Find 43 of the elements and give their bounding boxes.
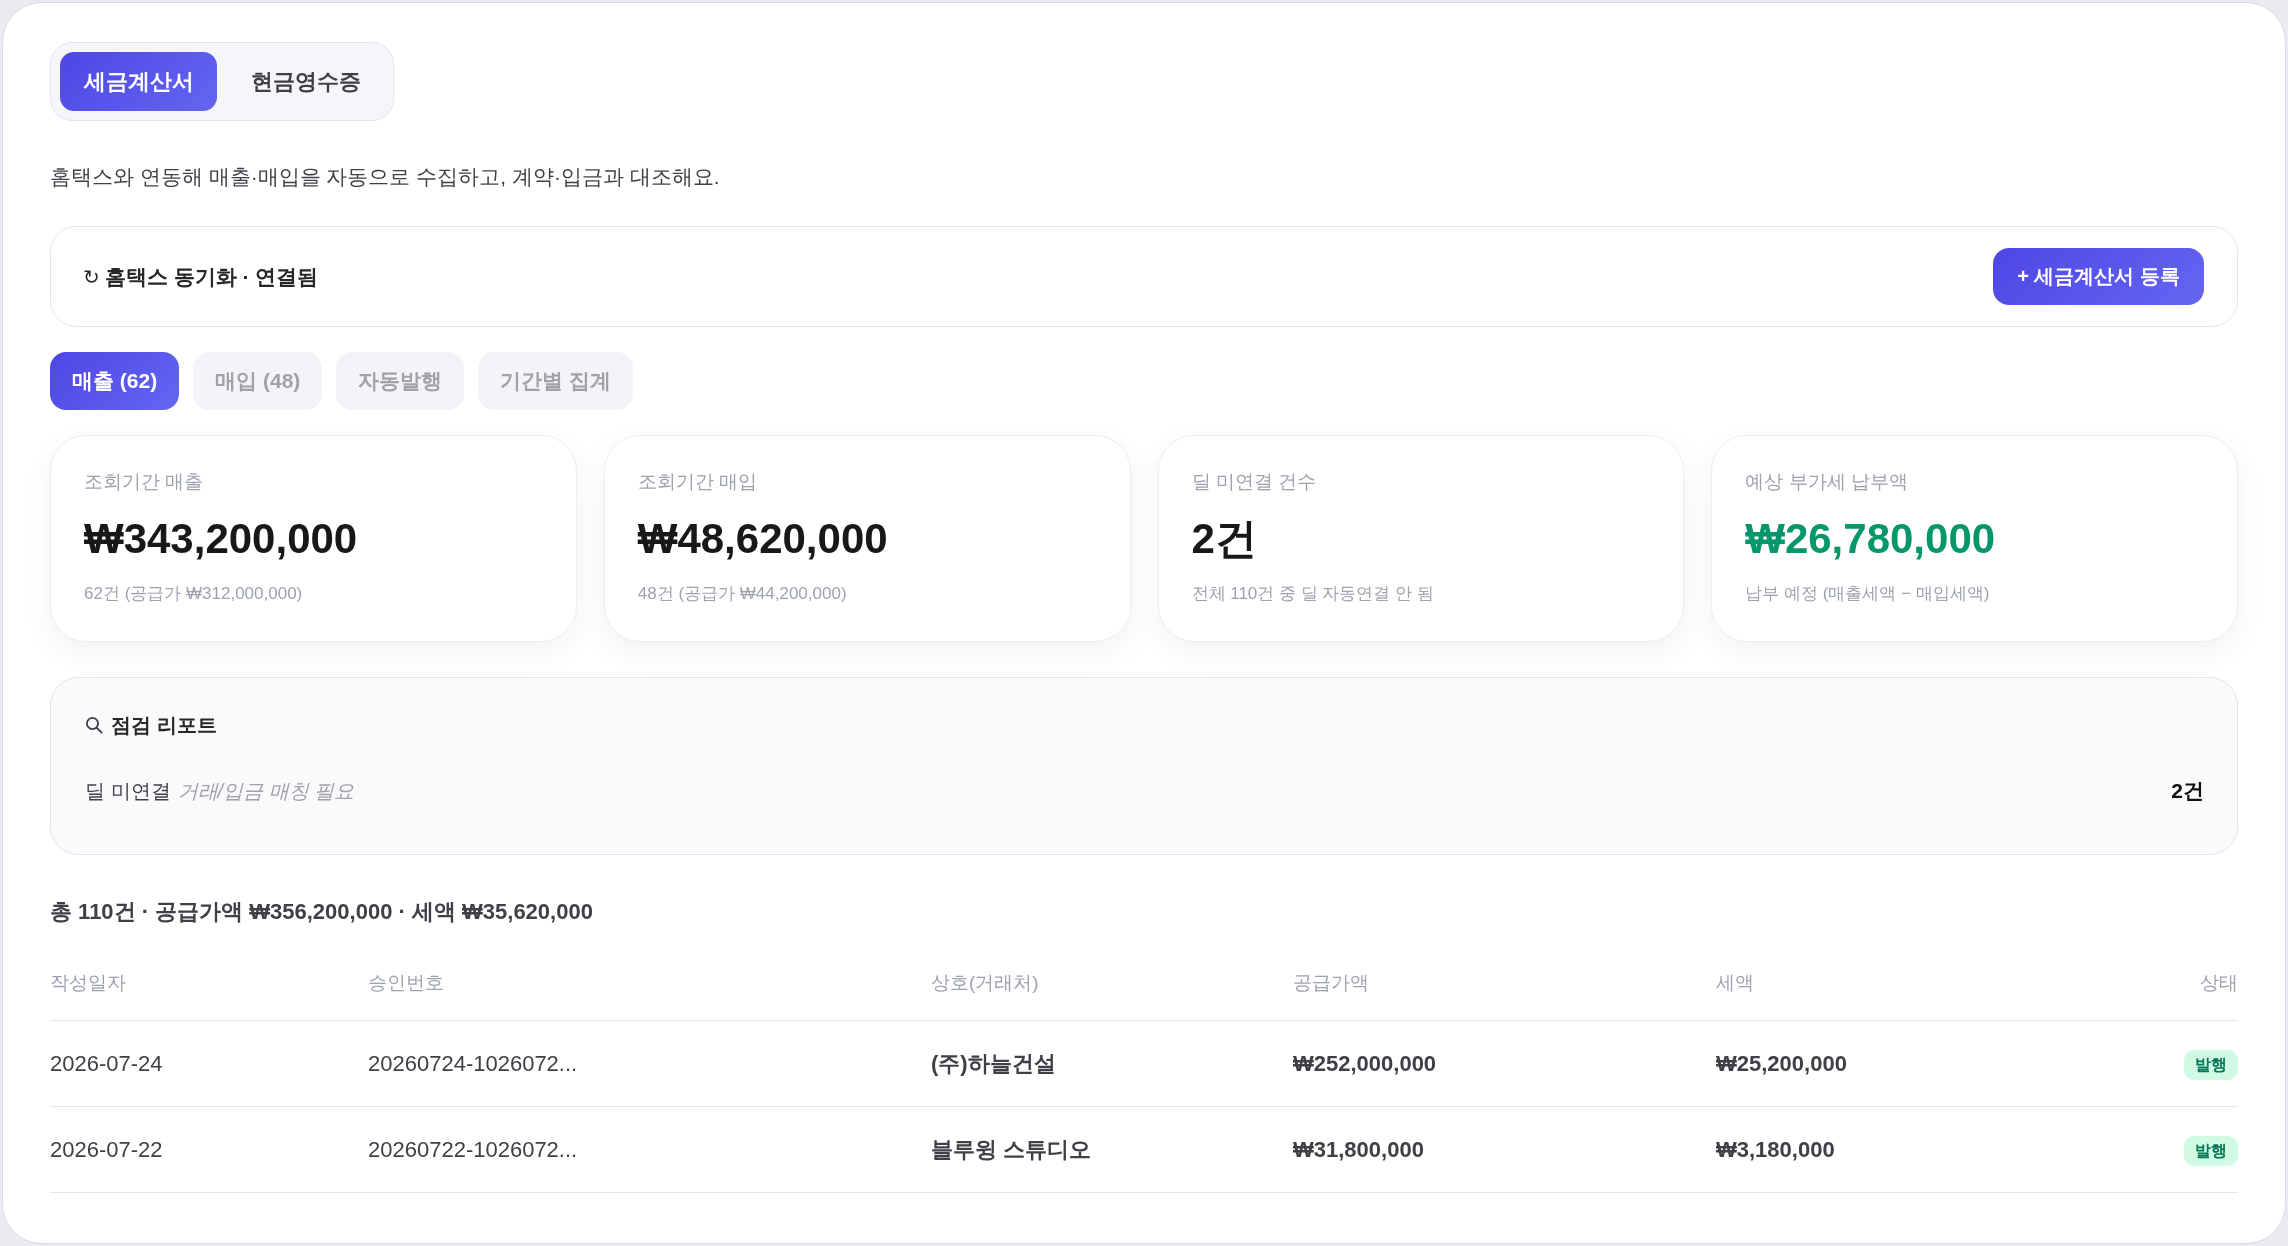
stat-note: 납부 예정 (매출세액 − 매입세액) — [1745, 583, 1991, 605]
status-badge: 발행 — [2184, 1049, 2238, 1080]
table-cell: ₩31,800,000 — [1293, 1136, 1424, 1162]
report-item-count: 2건 — [2171, 778, 2204, 804]
table-cell: 2026-07-22 — [50, 1136, 163, 1162]
column-header: 상호(거래처) — [931, 971, 1039, 993]
register-invoice-button[interactable]: + 세금계산서 등록 — [1993, 248, 2204, 305]
stat-label: 예상 부가세 납부액 — [1745, 470, 1909, 494]
table-cell: (주)하늘건설 — [931, 1050, 1056, 1076]
description-text: 홈택스와 연동해 매출·매입을 자동으로 수집하고, 계약·입금과 대조해요. — [50, 164, 720, 190]
refresh-icon: ↻ — [83, 264, 100, 289]
table-cell: ₩252,000,000 — [1293, 1050, 1437, 1076]
stat-value: ₩343,200,000 — [84, 514, 359, 564]
table-cell: 블루윙 스튜디오 — [931, 1136, 1092, 1162]
sync-status-text: 홈택스 동기화 · 연결됨 — [104, 263, 319, 290]
table-cell: 20260724-1026072... — [368, 1050, 578, 1076]
table-cell: 20260722-1026072... — [368, 1136, 578, 1162]
column-header: 상태 — [2200, 971, 2238, 993]
search-icon — [85, 716, 103, 734]
stat-note: 48건 (공급가 ₩44,200,000) — [637, 583, 848, 605]
stat-label: 조회기간 매입 — [637, 470, 759, 494]
column-header: 작성일자 — [50, 971, 126, 993]
report-item-label: 딜 미연결 — [85, 779, 171, 804]
stat-label: 조회기간 매출 — [84, 470, 205, 494]
stat-note: 전체 110건 중 딜 자동연결 안 됨 — [1191, 583, 1435, 605]
column-header: 세액 — [1716, 971, 1754, 993]
stat-value: ₩26,780,000 — [1745, 514, 1997, 564]
report-item-hint: 거래/입금 매칭 필요 — [177, 779, 355, 804]
column-header: 승인번호 — [368, 971, 444, 993]
stat-value: 2건 — [1191, 514, 1258, 564]
summary-text: 총 110건 · 공급가액 ₩356,200,000 · 세액 ₩35,620,000 — [50, 898, 593, 926]
stat-label: 딜 미연결 건수 — [1191, 470, 1318, 494]
table-cell: ₩3,180,000 — [1716, 1136, 1835, 1162]
document-type-tab[interactable]: 세금계산서 — [60, 52, 217, 111]
table-cell: 2026-07-24 — [50, 1050, 163, 1076]
report-title: 점검 리포트 — [111, 713, 217, 738]
stat-note: 62건 (공급가 ₩312,000,000) — [84, 583, 304, 605]
table-cell: ₩25,200,000 — [1716, 1050, 1847, 1076]
view-tab[interactable]: 매출 (62) — [50, 352, 180, 410]
document-type-tab[interactable]: 현금영수증 — [227, 52, 384, 111]
stat-value: ₩48,620,000 — [637, 514, 889, 564]
column-header: 공급가액 — [1293, 971, 1369, 993]
status-badge: 발행 — [2184, 1135, 2238, 1166]
